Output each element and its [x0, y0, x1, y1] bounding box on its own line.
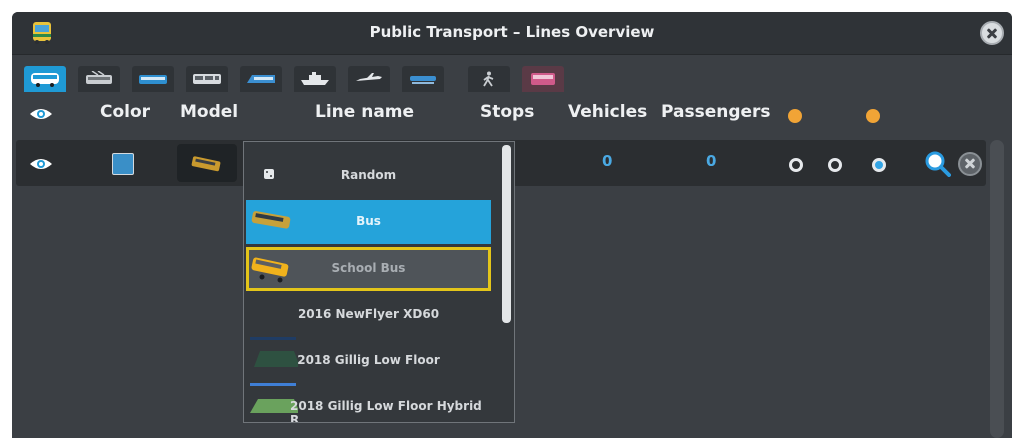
column-header-model[interactable]: Model — [180, 102, 238, 126]
model-dropdown-list[interactable]: Random Bus School Bus 2016 NewFlyer XD60… — [243, 141, 515, 423]
vehicles-count: 0 — [602, 152, 613, 170]
tab-intercity-bus[interactable] — [522, 66, 564, 92]
day-and-night-icon[interactable] — [864, 107, 894, 125]
tab-tram[interactable] — [132, 66, 174, 92]
column-header-passengers[interactable]: Passengers — [661, 102, 771, 126]
column-header-line-name[interactable]: Line name — [315, 102, 414, 126]
column-header-stops[interactable]: Stops — [480, 102, 534, 126]
zoom-to-line-icon[interactable] — [925, 151, 951, 177]
line-color-swatch[interactable] — [112, 153, 134, 175]
walking-tourist-icon — [483, 71, 494, 87]
tab-monorail[interactable] — [402, 66, 444, 92]
sun-day-icon[interactable] — [787, 108, 803, 124]
title-bar[interactable]: Public Transport – Lines Overview — [12, 12, 1012, 55]
list-scrollbar[interactable] — [990, 140, 1004, 438]
intercity-bus-icon — [531, 73, 555, 85]
dropdown-option-bus[interactable]: Bus — [246, 200, 491, 244]
dropdown-option-newflyer-xd60[interactable]: 2016 NewFlyer XD60 — [246, 293, 491, 337]
close-window-button[interactable] — [980, 21, 1004, 45]
column-header-color[interactable]: Color — [100, 102, 150, 126]
model-select-button[interactable] — [177, 144, 237, 182]
option-label: Random — [340, 168, 397, 182]
bus-model-icon — [191, 156, 221, 172]
monorail-icon — [410, 76, 436, 84]
tab-bus[interactable] — [24, 66, 66, 92]
train-icon — [247, 75, 275, 83]
visibility-eye-icon[interactable] — [29, 107, 53, 121]
option-label: 2018 Gillig Low Floor — [297, 353, 440, 367]
option-label: School Bus — [331, 261, 406, 275]
tab-airplane[interactable] — [348, 66, 390, 92]
tab-tourism[interactable] — [468, 66, 510, 92]
airplane-icon — [356, 73, 382, 81]
budget-day-radio[interactable] — [789, 158, 803, 172]
budget-day-and-night-radio[interactable] — [872, 158, 886, 172]
trolleybus-icon — [86, 71, 112, 84]
dropdown-option-random[interactable]: Random — [246, 154, 491, 198]
bus-icon — [31, 73, 59, 87]
dropdown-option-gillig-low-floor-hybrid[interactable]: 2018 Gillig Low Floor Hybrid R — [246, 383, 491, 423]
dropdown-option-gillig-low-floor[interactable]: 2018 Gillig Low Floor — [246, 337, 491, 383]
tab-train[interactable] — [240, 66, 282, 92]
lines-overview-window: Public Transport – Lines Overview Color … — [12, 12, 1012, 438]
ship-icon — [301, 72, 329, 85]
moon-night-icon[interactable] — [826, 107, 842, 125]
option-label: 2018 Gillig Low Floor Hybrid R — [290, 399, 482, 423]
metro-icon — [193, 74, 221, 84]
option-label: 2016 NewFlyer XD60 — [297, 307, 440, 321]
tab-ship[interactable] — [294, 66, 336, 92]
tab-metro[interactable] — [186, 66, 228, 92]
tab-trolleybus[interactable] — [78, 66, 120, 92]
window-title: Public Transport – Lines Overview — [369, 23, 655, 41]
tram-icon — [139, 75, 167, 84]
option-label: Bus — [356, 214, 381, 228]
passengers-count: 0 — [706, 152, 717, 170]
dropdown-scrollbar[interactable] — [502, 145, 511, 323]
dropdown-option-school-bus[interactable]: School Bus — [246, 247, 491, 291]
column-header-vehicles[interactable]: Vehicles — [568, 102, 647, 126]
delete-line-button[interactable] — [958, 152, 982, 176]
budget-night-radio[interactable] — [828, 158, 842, 172]
row-visibility-eye-icon[interactable] — [29, 157, 53, 171]
